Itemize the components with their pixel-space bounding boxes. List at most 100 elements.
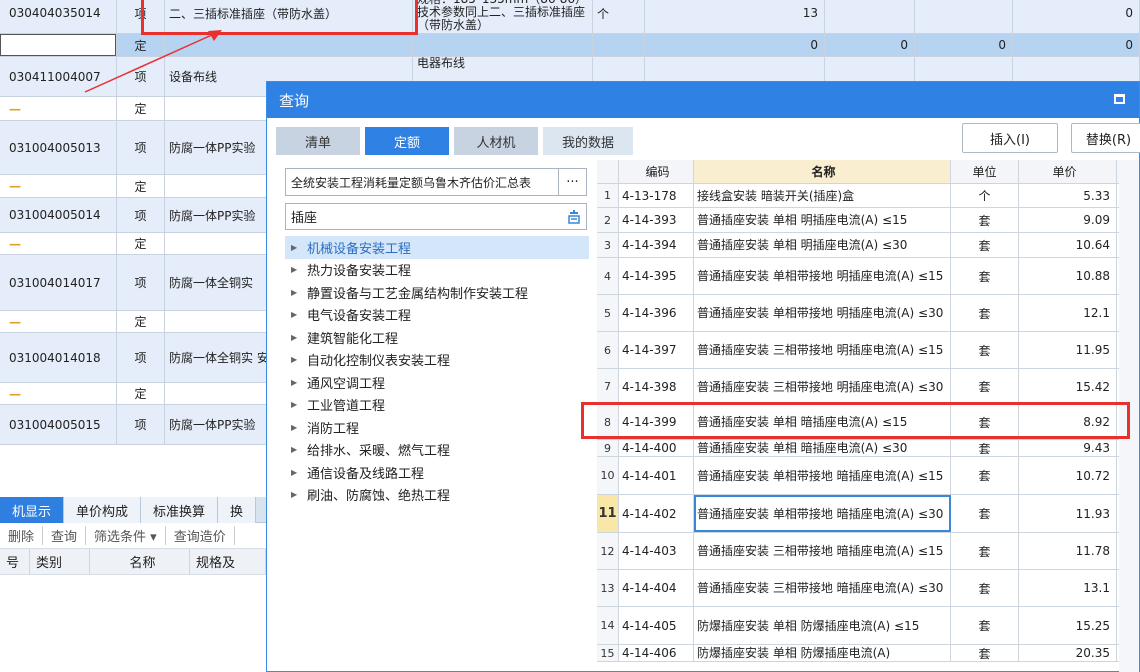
dialog-title: 查询 [279, 91, 310, 110]
expand-icon[interactable]: ▶ [291, 490, 307, 499]
replace-button[interactable]: 替换(R) [1071, 123, 1140, 153]
bottom-tool-button[interactable]: 筛选条件 ▾ [86, 526, 166, 545]
bottom-column-header: 号 [0, 549, 30, 574]
table-row[interactable]: 5 4-14-396 普通插座安装 单相带接地 明插座电流(A) ≤30 套 12.1 [597, 295, 1119, 332]
tab-my-data[interactable]: 我的数据 [543, 127, 633, 155]
tab-quota[interactable]: 定额 [365, 127, 449, 155]
row-code[interactable]: 031004014017 [0, 255, 117, 310]
table-row[interactable]: 11 4-14-402 普通插座安装 单相带接地 暗插座电流(A) ≤30 套 11.9… [597, 495, 1119, 533]
table-row[interactable]: 4 4-14-395 普通插座安装 单相带接地 明插座电流(A) ≤15 套 10.88 [597, 258, 1119, 295]
row-price: 10.72 [1019, 457, 1117, 494]
table-row[interactable]: 7 4-14-398 普通插座安装 三相带接地 明插座电流(A) ≤30 套 15.42 [597, 369, 1119, 405]
tree-item[interactable]: ▶ 机械设备安装工程 [285, 236, 589, 259]
expand-icon[interactable]: ▶ [291, 468, 307, 477]
table-row[interactable]: 2 4-14-393 普通插座安装 单相 明插座电流(A) ≤15 套 9.09 [597, 208, 1119, 233]
expand-icon[interactable]: ▶ [291, 288, 307, 297]
expand-icon[interactable]: ▶ [291, 445, 307, 454]
tree-item[interactable]: ▶ 刷油、防腐蚀、绝热工程 [285, 484, 589, 507]
tree-item[interactable]: ▶ 工业管道工程 [285, 394, 589, 417]
row-code[interactable]: — [0, 383, 117, 404]
row-code[interactable]: 031004005015 [0, 405, 117, 444]
tree-item[interactable]: ▶ 通风空调工程 [285, 371, 589, 394]
expand-icon[interactable]: ▶ [291, 423, 307, 432]
library-value: 全统安装工程消耗量定额乌鲁木齐估价汇总表 [291, 175, 532, 190]
expand-icon[interactable]: ▶ [291, 333, 307, 342]
column-header-code[interactable]: 编码 [619, 160, 694, 183]
spreadsheet-row[interactable]: 定0000 [0, 34, 1140, 57]
row-number: 9 [597, 440, 619, 456]
expand-icon[interactable]: ▶ [291, 243, 307, 252]
table-row[interactable]: 9 4-14-400 普通插座安装 单相 暗插座电流(A) ≤30 套 9.43 [597, 440, 1119, 457]
column-header-num[interactable] [597, 160, 619, 183]
expand-icon[interactable]: ▶ [291, 265, 307, 274]
table-row[interactable]: 13 4-14-404 普通插座安装 三相带接地 暗插座电流(A) ≤30 套 13.1 [597, 570, 1119, 607]
tree-item[interactable]: ▶ 消防工程 [285, 416, 589, 439]
maximize-icon[interactable] [1114, 94, 1125, 104]
table-row[interactable]: 12 4-14-403 普通插座安装 三相带接地 暗插座电流(A) ≤15 套 11.7… [597, 533, 1119, 570]
bottom-left-toolbar: 删除 查询 筛选条件 ▾ 查询造价 [0, 523, 266, 549]
filter-icon[interactable] [567, 209, 581, 224]
bottom-tab[interactable]: 标准换算 [141, 497, 219, 523]
bottom-tool-button[interactable]: 查询 [43, 526, 87, 545]
tree-item[interactable]: ▶ 建筑智能化工程 [285, 326, 589, 349]
tree-item[interactable]: ▶ 给排水、采暖、燃气工程 [285, 439, 589, 462]
row-marker: — [9, 101, 21, 116]
row-number: 4 [597, 258, 619, 294]
column-header-price[interactable]: 单价 [1019, 160, 1117, 183]
row-code[interactable]: — [0, 311, 117, 332]
row-price: 10.88 [1019, 258, 1117, 294]
row-code[interactable]: — [0, 175, 117, 197]
more-icon[interactable]: ··· [558, 169, 586, 195]
library-select[interactable]: 全统安装工程消耗量定额乌鲁木齐估价汇总表 ··· [285, 168, 587, 196]
table-row[interactable]: 15 4-14-406 防爆插座安装 单相 防爆插座电流(A) 套 20.35 [597, 645, 1119, 662]
row-unit: 套 [951, 570, 1019, 606]
row-code: 4-14-401 [619, 457, 694, 494]
expand-icon[interactable]: ▶ [291, 378, 307, 387]
bottom-tab[interactable]: 单价构成 [64, 497, 142, 523]
bottom-tool-button[interactable]: 查询造价 [166, 526, 235, 545]
tab-bill[interactable]: 清单 [276, 127, 360, 155]
table-row[interactable]: 10 4-14-401 普通插座安装 单相带接地 暗插座电流(A) ≤15 套 10.7… [597, 457, 1119, 495]
insert-button[interactable]: 插入(I) [962, 123, 1058, 153]
tree-item[interactable]: ▶ 通信设备及线路工程 [285, 461, 589, 484]
row-code[interactable]: — [0, 97, 117, 120]
tree-item[interactable]: ▶ 自动化控制仪表安装工程 [285, 349, 589, 372]
row-code[interactable]: 030411004007 [0, 57, 117, 96]
table-row[interactable]: 1 4-13-178 接线盒安装 暗装开关(插座)盒个 5.33 [597, 184, 1119, 208]
row-name: 普通插座安装 三相带接地 明插座电流(A) ≤30 [694, 369, 951, 404]
table-row[interactable]: 3 4-14-394 普通插座安装 单相 明插座电流(A) ≤30 套 10.64 [597, 233, 1119, 258]
bottom-tab[interactable]: 换 [218, 497, 257, 523]
column-header-unit[interactable]: 单位 [951, 160, 1019, 183]
row-code: 4-14-400 [619, 440, 694, 456]
row-code[interactable] [0, 34, 117, 56]
expand-icon[interactable]: ▶ [291, 310, 307, 319]
tree-item[interactable]: ▶ 电气设备安装工程 [285, 304, 589, 327]
expand-icon[interactable]: ▶ [291, 400, 307, 409]
row-type: 定 [117, 97, 165, 120]
row-price: 10.64 [1019, 233, 1117, 257]
row-number: 15 [597, 645, 619, 661]
bottom-tab[interactable]: 机显示 [0, 497, 65, 523]
table-row[interactable]: 14 4-14-405 防爆插座安装 单相 防爆插座电流(A) ≤15 套 15.25 [597, 607, 1119, 645]
row-unit: 套 [951, 607, 1019, 644]
bottom-left-header: 号类别 名称 规格及 [0, 549, 266, 575]
expand-icon[interactable]: ▶ [291, 355, 307, 364]
tab-materials[interactable]: 人材机 [454, 127, 538, 155]
row-marker: — [9, 179, 21, 193]
table-row[interactable]: 6 4-14-397 普通插座安装 三相带接地 明插座电流(A) ≤15 套 11.95 [597, 332, 1119, 369]
row-code[interactable]: 031004005014 [0, 198, 117, 232]
bottom-tool-button[interactable]: 删除 [0, 526, 44, 545]
row-number: 11 [597, 495, 619, 532]
dialog-title-bar[interactable]: 查询 [267, 82, 1139, 118]
row-code[interactable]: 030404035014 [0, 0, 117, 33]
code-edit-box[interactable] [0, 34, 116, 56]
column-header-name[interactable]: 名称 [694, 160, 951, 183]
tree-item[interactable]: ▶ 热力设备安装工程 [285, 259, 589, 282]
tree-item[interactable]: ▶ 静置设备与工艺金属结构制作安装工程 [285, 281, 589, 304]
row-code[interactable]: — [0, 233, 117, 254]
search-input[interactable]: 插座 [285, 203, 587, 230]
row-code: 4-14-395 [619, 258, 694, 294]
row-number: 3 [597, 233, 619, 257]
row-code[interactable]: 031004014018 [0, 333, 117, 382]
row-code[interactable]: 031004005013 [0, 121, 117, 174]
